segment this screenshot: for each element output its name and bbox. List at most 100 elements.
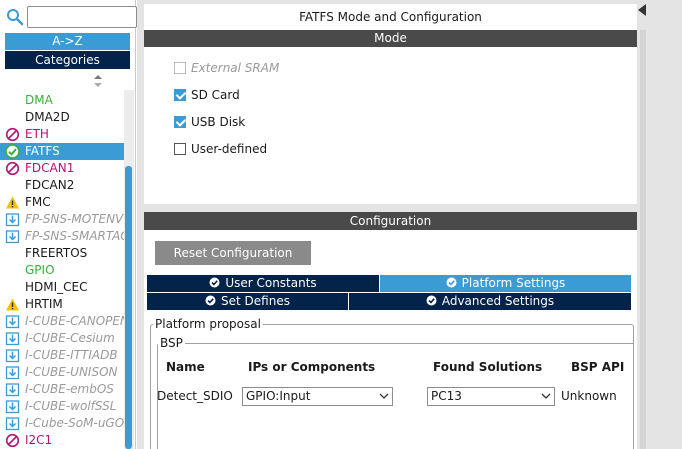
sidebar-item-fmc[interactable]: FMC (0, 194, 124, 211)
sidebar-item-hrtim[interactable]: HRTIM (0, 296, 124, 313)
tab-set-defines[interactable]: Set Defines (147, 293, 348, 310)
sidebar-item-fatfs[interactable]: FATFS (0, 143, 124, 160)
check-circle-icon (205, 295, 216, 306)
user-defined-checkbox[interactable] (174, 143, 186, 155)
tab-user-constants[interactable]: User Constants (147, 275, 379, 292)
found-solutions-value: PC13 (431, 389, 462, 403)
sidebar-item-label: I-CUBE-CANOPEN (25, 314, 124, 328)
software-pack-icon (5, 349, 20, 363)
check-circle-icon (426, 295, 437, 306)
warning-icon (6, 196, 19, 209)
ips-components-value: GPIO:Input (246, 389, 311, 403)
collapse-arrow-icon[interactable] (638, 4, 646, 16)
sidebar-item-label: HRTIM (25, 297, 63, 311)
sidebar-item-fp-sns-motenv1[interactable]: FP-SNS-MOTENV1 (0, 211, 124, 228)
sidebar-item-dma2d[interactable]: DMA2D (0, 109, 124, 126)
sidebar-item-gpio[interactable]: GPIO (0, 262, 124, 279)
search-input[interactable] (27, 6, 137, 28)
sidebar-item-label: I-CUBE-wolfSSL (25, 399, 117, 413)
reset-configuration-button[interactable]: Reset Configuration (155, 241, 311, 265)
blocked-icon (5, 161, 20, 176)
sidebar-item-hdmi-cec[interactable]: HDMI_CEC (0, 279, 124, 296)
sidebar-item-i2c1[interactable]: I2C1 (0, 432, 124, 449)
sidebar-item-label: I2C1 (25, 433, 53, 447)
found-solutions-select[interactable]: PC13 (427, 387, 555, 406)
software-pack-icon (5, 332, 20, 346)
configuration-header: Configuration (144, 212, 637, 230)
check-circle-icon (446, 277, 457, 288)
tab-user-constants-label: User Constants (225, 276, 317, 290)
external-sram-checkbox[interactable] (174, 62, 186, 74)
tab-advanced-settings[interactable]: Advanced Settings (349, 293, 631, 310)
sidebar-item-i-cube-canopen[interactable]: I-CUBE-CANOPEN (0, 313, 124, 330)
sidebar-item-label: DMA (25, 93, 53, 107)
column-header-bsp-api: BSP API (571, 360, 625, 374)
sidebar-item-label: I-CUBE-ITTIADB (25, 348, 118, 362)
sidebar: A->Z Categories DMA DMA2D ETH FATFS FDCAN1 FD… (0, 0, 137, 449)
sidebar-item-label: FATFS (25, 144, 60, 158)
tab-platform-settings-label: Platform Settings (461, 276, 566, 290)
bsp-legend: BSP (158, 336, 185, 350)
sidebar-item-dma[interactable]: DMA (0, 92, 124, 109)
usb-disk-checkbox[interactable] (174, 116, 186, 128)
bsp-api-value: Unknown (561, 389, 617, 403)
sidebar-item-label: DMA2D (25, 110, 70, 124)
column-header-found: Found Solutions (433, 360, 543, 374)
ips-components-select[interactable]: GPIO:Input (242, 387, 393, 406)
sort-toggle-icon[interactable] (93, 74, 103, 88)
check-circle-icon (5, 144, 20, 159)
sidebar-item-fdcan2[interactable]: FDCAN2 (0, 177, 124, 194)
blocked-icon (5, 127, 20, 142)
tab-advanced-settings-label: Advanced Settings (441, 294, 555, 308)
bsp-row-name: Detect_SDIO (157, 389, 233, 403)
sidebar-item-i-cube-embos[interactable]: I-CUBE-embOS (0, 381, 124, 398)
sidebar-item-label: HDMI_CEC (25, 280, 88, 294)
sidebar-item-label: FDCAN2 (25, 178, 75, 192)
sidebar-item-label: FDCAN1 (25, 161, 75, 175)
software-pack-icon (5, 230, 20, 244)
warning-icon (6, 298, 19, 311)
sidebar-item-label: GPIO (25, 263, 55, 277)
sidebar-item-label: FMC (25, 195, 51, 209)
platform-proposal-legend: Platform proposal (153, 317, 263, 331)
chevron-down-icon (379, 393, 389, 399)
sidebar-item-label: FP-SNS-SMARTAG1 (25, 229, 124, 243)
tab-platform-settings[interactable]: Platform Settings (380, 275, 631, 292)
categories-button[interactable]: Categories (5, 51, 130, 69)
sd-card-checkbox[interactable] (174, 89, 186, 101)
chevron-down-icon (541, 393, 551, 399)
sidebar-item-label: FREERTOS (25, 246, 88, 260)
sidebar-item-fp-sns-smartag1[interactable]: FP-SNS-SMARTAG1 (0, 228, 124, 245)
sidebar-item-i-cube-ittiadb[interactable]: I-CUBE-ITTIADB (0, 347, 124, 364)
sidebar-item-label: I-CUBE-Cesium (25, 331, 115, 345)
blocked-icon (5, 433, 20, 448)
sort-az-button[interactable]: A->Z (5, 33, 130, 50)
mode-header: Mode (144, 30, 637, 47)
software-pack-icon (5, 400, 20, 414)
sidebar-item-fdcan1[interactable]: FDCAN1 (0, 160, 124, 177)
column-header-name: Name (166, 360, 205, 374)
page-title: FATFS Mode and Configuration (144, 4, 637, 30)
sidebar-item-i-cube-cesium[interactable]: I-CUBE-Cesium (0, 330, 124, 347)
software-pack-icon (5, 417, 20, 431)
peripheral-list: DMA DMA2D ETH FATFS FDCAN1 FDCAN2 FMC FP-SNS-MO… (0, 90, 124, 449)
usb-disk-label: USB Disk (191, 115, 246, 129)
software-pack-icon (5, 213, 20, 227)
user-defined-label: User-defined (191, 142, 268, 156)
sidebar-item-label: I-Cube-SoM-uGOAL (25, 416, 124, 430)
search-icon[interactable] (6, 8, 24, 26)
sidebar-scroll-thumb[interactable] (125, 166, 132, 449)
main-scrollbar[interactable] (640, 30, 646, 449)
sidebar-item-eth[interactable]: ETH (0, 126, 124, 143)
software-pack-icon (5, 383, 20, 397)
sidebar-item-label: I-CUBE-UNISON (25, 365, 118, 379)
software-pack-icon (5, 315, 20, 329)
sidebar-item-i-cube-unison[interactable]: I-CUBE-UNISON (0, 364, 124, 381)
external-sram-label: External SRAM (191, 61, 280, 75)
sidebar-item-freertos[interactable]: FREERTOS (0, 245, 124, 262)
sidebar-item-i-cube-som-ugoal[interactable]: I-Cube-SoM-uGOAL (0, 415, 124, 432)
sidebar-item-i-cube-wolfssl[interactable]: I-CUBE-wolfSSL (0, 398, 124, 415)
sidebar-item-label: ETH (25, 127, 49, 141)
sidebar-item-label: FP-SNS-MOTENV1 (25, 212, 124, 226)
tab-set-defines-label: Set Defines (221, 294, 290, 308)
